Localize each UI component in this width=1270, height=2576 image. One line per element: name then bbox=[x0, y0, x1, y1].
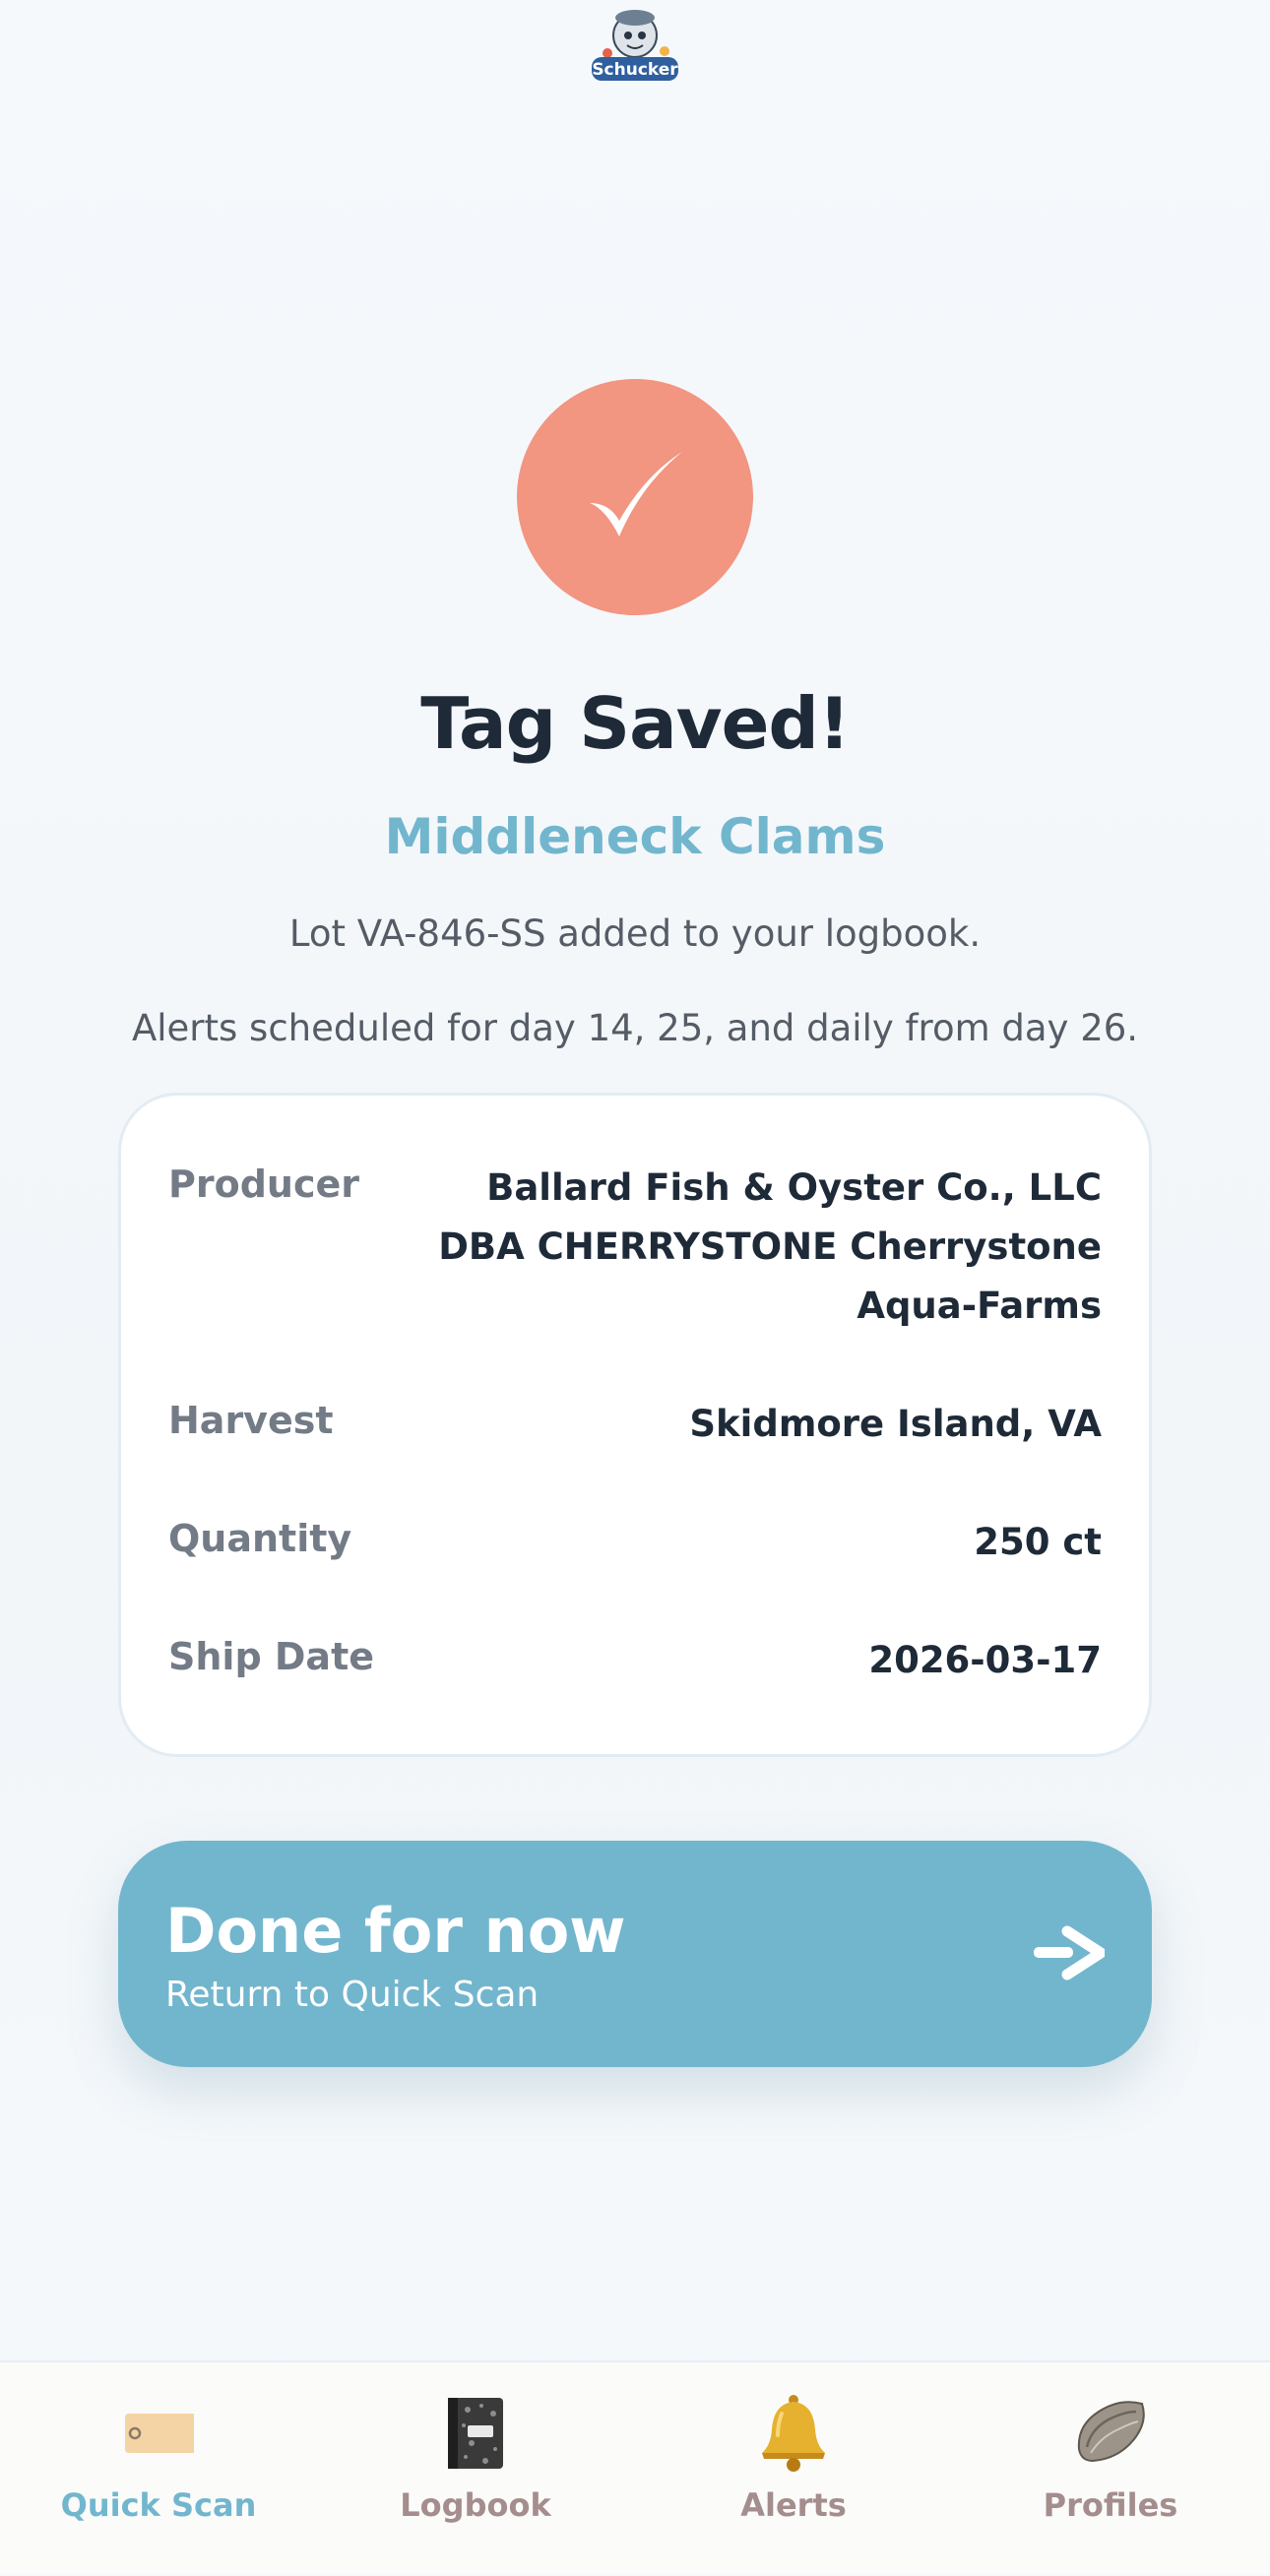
svg-text:Schucker: Schucker bbox=[592, 60, 678, 80]
nav-item-profiles[interactable]: Profiles bbox=[952, 2362, 1269, 2576]
detail-value: Skidmore Island, VA bbox=[689, 1403, 1102, 1445]
oyster-icon bbox=[1069, 2392, 1152, 2475]
nav-label: Alerts bbox=[740, 2486, 847, 2524]
schucker-mascot-logo: Schucker bbox=[592, 10, 678, 81]
lot-message: Lot VA-846-SS added to your logbook. bbox=[288, 912, 982, 955]
checkmark-icon bbox=[590, 452, 682, 536]
nav-item-alerts[interactable]: Alerts bbox=[635, 2362, 952, 2576]
done-for-now-button[interactable]: Done for now Return to Quick Scan bbox=[118, 1841, 1152, 2067]
page-title: Tag Saved! bbox=[420, 682, 851, 765]
done-button-subtitle: Return to Quick Scan bbox=[165, 1975, 540, 2015]
tag-details-card: Producer Ballard Fish & Oyster Co., LLC … bbox=[118, 1093, 1152, 1757]
bottom-nav: Quick Scan Logbook Alerts Profiles bbox=[0, 2360, 1270, 2574]
detail-value: 250 ct bbox=[974, 1521, 1102, 1563]
detail-label: Ship Date bbox=[168, 1635, 374, 1678]
arrow-right-icon bbox=[1032, 1925, 1105, 1980]
detail-label: Producer bbox=[168, 1162, 359, 1206]
nav-item-quick-scan[interactable]: Quick Scan bbox=[0, 2362, 317, 2576]
detail-value: 2026-03-17 bbox=[868, 1639, 1102, 1681]
nav-item-logbook[interactable]: Logbook bbox=[317, 2362, 634, 2576]
notebook-icon bbox=[434, 2392, 517, 2475]
nav-label: Logbook bbox=[400, 2486, 551, 2524]
nav-label: Quick Scan bbox=[60, 2486, 257, 2524]
tag-icon bbox=[117, 2392, 200, 2475]
done-button-title: Done for now bbox=[165, 1895, 626, 1967]
alerts-message: Alerts scheduled for day 14, 25, and dai… bbox=[131, 1007, 1139, 1049]
nav-label: Profiles bbox=[1043, 2486, 1178, 2524]
product-name: Middleneck Clams bbox=[384, 808, 886, 865]
success-check-circle bbox=[517, 379, 753, 615]
detail-label: Harvest bbox=[168, 1399, 334, 1442]
detail-label: Quantity bbox=[168, 1517, 352, 1560]
app-logo: Schucker bbox=[586, 6, 684, 87]
bell-icon bbox=[752, 2392, 835, 2475]
detail-value: Ballard Fish & Oyster Co., LLC DBA CHERR… bbox=[438, 1166, 1102, 1327]
